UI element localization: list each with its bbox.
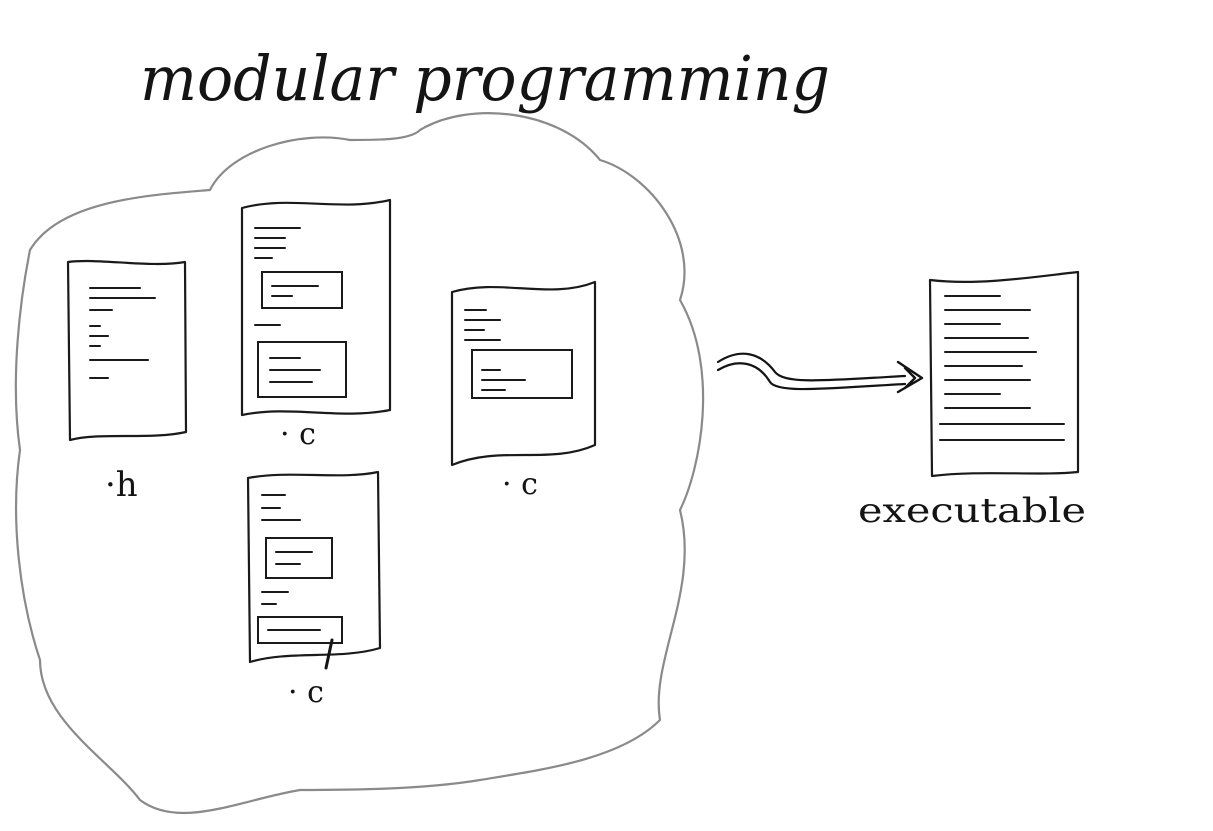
source-file-bottom-label: · c <box>288 675 324 710</box>
source-file-top-label: · c <box>280 417 316 452</box>
compile-arrow-icon <box>716 352 924 394</box>
header-file-page <box>66 259 188 442</box>
header-file-label: ·h <box>105 465 138 505</box>
source-file-bottom-page <box>246 470 382 670</box>
executable-file-page <box>928 270 1080 478</box>
source-file-right-label: · c <box>502 467 538 502</box>
modular-programming-diagram: modular programming ·h · c · c · c execu… <box>14 42 1086 814</box>
source-file-right-page <box>450 280 597 467</box>
source-file-top-page <box>240 198 392 417</box>
executable-label: executable <box>858 491 1086 531</box>
diagram-title: modular programming <box>140 42 830 115</box>
